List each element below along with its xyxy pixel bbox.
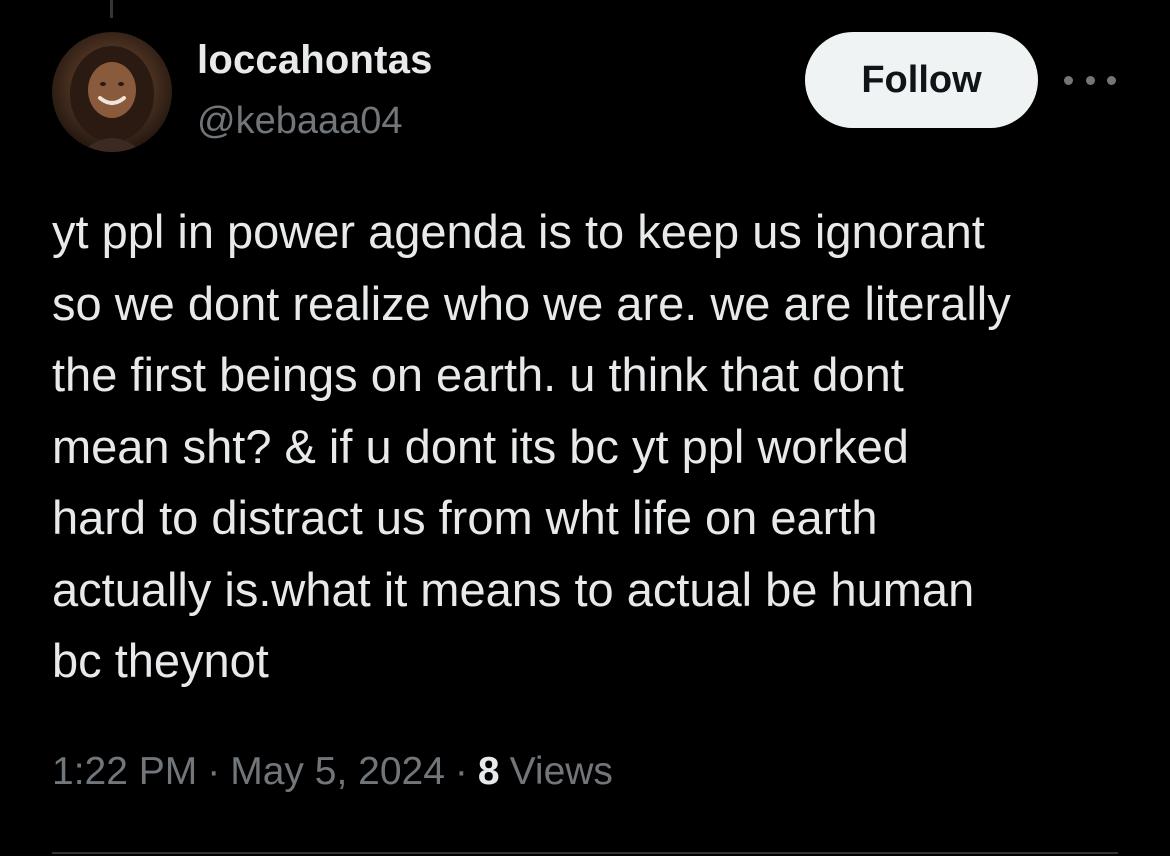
- views-label: Views: [509, 750, 613, 793]
- tweet-text: yt ppl in power agenda is to keep us ign…: [52, 205, 1011, 687]
- avatar-photo: [70, 46, 154, 152]
- tweet-metadata: 1:22 PM · May 5, 2024 · 8 Views: [52, 750, 613, 794]
- user-handle[interactable]: @kebaaa04: [197, 100, 403, 143]
- dot: [1085, 75, 1095, 85]
- display-name[interactable]: loccahontas: [197, 38, 433, 83]
- thread-connector-line: [110, 0, 113, 18]
- views-count[interactable]: 8: [478, 750, 500, 794]
- separator: ·: [454, 750, 468, 793]
- avatar[interactable]: [52, 32, 172, 152]
- dot: [1107, 75, 1116, 85]
- separator: ·: [207, 750, 221, 793]
- tweet-date[interactable]: May 5, 2024: [230, 750, 445, 794]
- follow-button[interactable]: Follow: [805, 32, 1038, 128]
- tweet-time[interactable]: 1:22 PM: [52, 750, 197, 794]
- divider: [52, 852, 1118, 854]
- dot: [1064, 75, 1073, 85]
- more-horizontal-icon[interactable]: [1064, 62, 1116, 98]
